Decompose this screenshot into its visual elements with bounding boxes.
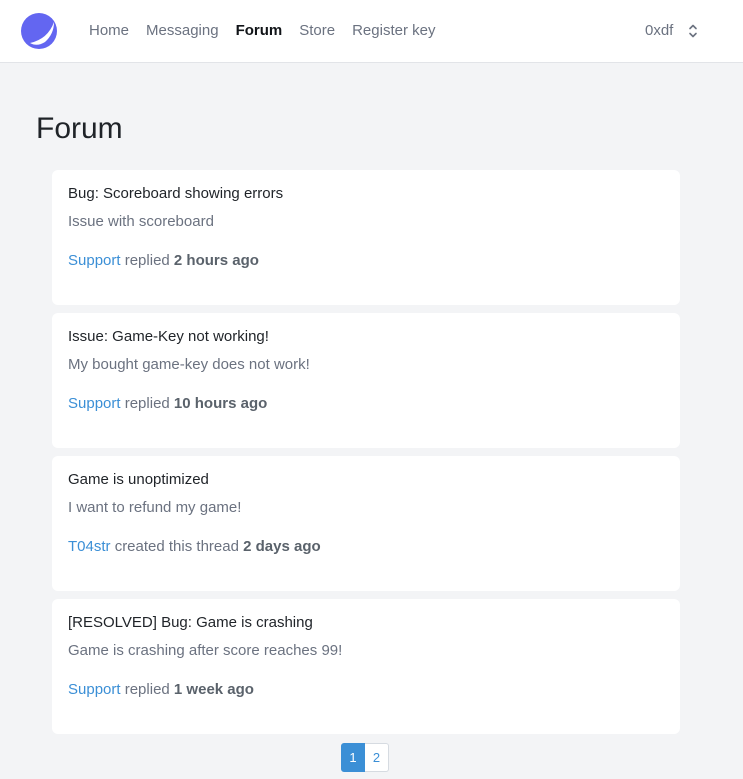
nav-item-messaging[interactable]: Messaging xyxy=(146,22,219,40)
crescent-logo-icon[interactable] xyxy=(21,13,57,49)
chevron-up-down-icon xyxy=(689,24,698,38)
page-button-2[interactable]: 2 xyxy=(365,743,389,772)
thread-card[interactable]: Bug: Scoreboard showing errors Issue wit… xyxy=(52,170,680,305)
thread-author-link[interactable]: Support xyxy=(68,681,121,698)
thread-time: 10 hours ago xyxy=(173,395,268,412)
thread-title[interactable]: Game is unoptimized xyxy=(68,471,664,489)
thread-description: Game is crashing after score reaches 99! xyxy=(68,642,343,659)
thread-action: created this thread xyxy=(114,538,239,555)
thread-action: replied xyxy=(124,681,170,698)
thread-title[interactable]: [RESOLVED] Bug: Game is crashing xyxy=(68,614,664,632)
thread-card[interactable]: Game is unoptimized I want to refund my … xyxy=(52,456,680,591)
username: 0xdf xyxy=(645,22,674,39)
thread-list: Bug: Scoreboard showing errors Issue wit… xyxy=(52,170,680,742)
user-menu-button[interactable]: 0xdf xyxy=(645,22,698,40)
page-title: Forum xyxy=(36,112,123,145)
pagination: 1 2 xyxy=(341,743,389,772)
main-nav: Home Messaging Forum Store Register key xyxy=(89,22,452,40)
nav-item-forum[interactable]: Forum xyxy=(236,22,283,40)
thread-title[interactable]: Bug: Scoreboard showing errors xyxy=(68,185,664,203)
thread-time: 1 week ago xyxy=(173,681,254,698)
thread-author-link[interactable]: Support xyxy=(68,395,121,412)
thread-time: 2 hours ago xyxy=(173,252,259,269)
thread-author-link[interactable]: Support xyxy=(68,252,121,269)
thread-card[interactable]: [RESOLVED] Bug: Game is crashing Game is… xyxy=(52,599,680,734)
thread-meta: T04str created this thread 2 days ago xyxy=(68,538,664,556)
top-navbar: Home Messaging Forum Store Register key … xyxy=(0,0,743,63)
thread-description: Issue with scoreboard xyxy=(68,213,214,230)
thread-time: 2 days ago xyxy=(243,538,321,555)
thread-meta: Support replied 2 hours ago xyxy=(68,252,664,270)
nav-item-store[interactable]: Store xyxy=(299,22,335,40)
nav-item-register-key[interactable]: Register key xyxy=(352,22,435,40)
thread-card[interactable]: Issue: Game-Key not working! My bought g… xyxy=(52,313,680,448)
thread-action: replied xyxy=(124,395,170,412)
nav-item-home[interactable]: Home xyxy=(89,22,129,40)
thread-meta: Support replied 1 week ago xyxy=(68,681,664,699)
page-button-1[interactable]: 1 xyxy=(341,743,365,772)
thread-action: replied xyxy=(124,252,170,269)
thread-author-link[interactable]: T04str xyxy=(68,538,111,555)
thread-title[interactable]: Issue: Game-Key not working! xyxy=(68,328,664,346)
thread-description: I want to refund my game! xyxy=(68,499,242,516)
thread-meta: Support replied 10 hours ago xyxy=(68,395,664,413)
thread-description: My bought game-key does not work! xyxy=(68,356,310,373)
